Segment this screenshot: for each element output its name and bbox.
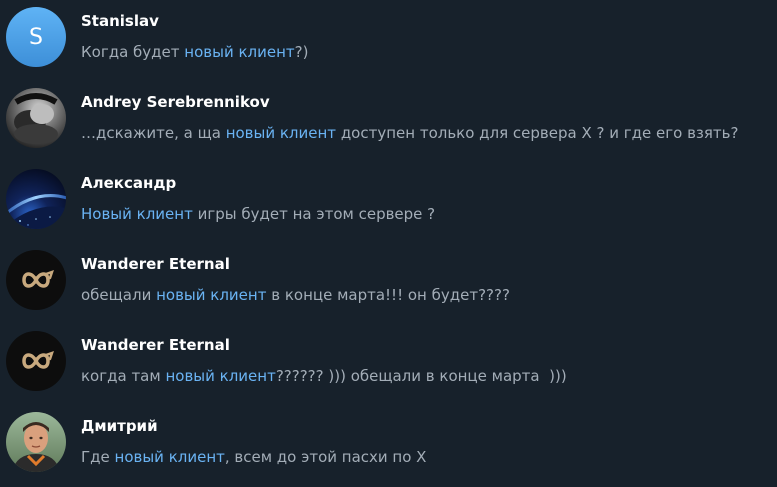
avatar[interactable] [6, 331, 66, 391]
avatar-photo-man [6, 412, 66, 472]
result-item[interactable]: Wanderer Eternal обещали новый клиент в … [0, 243, 777, 324]
snippet-text-after: доступен только для сервера Х ? и где ег… [336, 124, 739, 142]
snippet-highlight: новый клиент [225, 124, 337, 142]
result-item[interactable]: Александр Новый клиент игры будет на это… [0, 162, 777, 243]
avatar-photo-bw [6, 88, 66, 148]
snippet-text-before: обещали [81, 286, 157, 304]
snippet-text-before: Когда будет [81, 43, 185, 61]
avatar[interactable] [6, 169, 66, 229]
message-snippet: обещали новый клиент в конце марта!!! он… [81, 286, 510, 304]
avatar[interactable] [6, 412, 66, 472]
infinity-logo-icon [6, 250, 66, 310]
snippet-highlight: новый клиент [184, 43, 295, 61]
result-item[interactable]: Andrey Serebrennikov …дскажите, а ща нов… [0, 81, 777, 162]
snippet-highlight: новый клиент [156, 286, 267, 304]
message-snippet: Когда будет новый клиент?) [81, 43, 308, 61]
snippet-text-after: ?) [294, 43, 309, 61]
sender-name: Stanislav [81, 12, 159, 30]
snippet-text-after: , всем до этой пасхи по Х [224, 448, 427, 466]
snippet-text-before: Где [81, 448, 115, 466]
avatar[interactable] [6, 250, 66, 310]
sender-name: Александр [81, 174, 177, 192]
avatar-letter: S [6, 7, 66, 67]
message-snippet: Новый клиент игры будет на этом сервере … [81, 205, 435, 223]
sender-name: Wanderer Eternal [81, 255, 230, 273]
avatar[interactable]: S [6, 7, 66, 67]
sender-name: Wanderer Eternal [81, 336, 230, 354]
snippet-highlight: Новый клиент [81, 205, 193, 223]
search-results-list: S Stanislav Когда будет новый клиент?) A… [0, 0, 777, 487]
snippet-text-after: ?????? ))) обещали в конце марта ))) [275, 367, 567, 385]
snippet-text-before: когда там [81, 367, 166, 385]
result-item[interactable]: S Stanislav Когда будет новый клиент?) [0, 0, 777, 81]
message-snippet: …дскажите, а ща новый клиент доступен то… [81, 124, 738, 142]
message-snippet: когда там новый клиент?????? ))) обещали… [81, 367, 567, 385]
snippet-highlight: новый клиент [165, 367, 276, 385]
snippet-text-before: …дскажите, а ща [81, 124, 226, 142]
result-item[interactable]: Дмитрий Где новый клиент, всем до этой п… [0, 405, 777, 486]
sender-name: Дмитрий [81, 417, 158, 435]
snippet-highlight: новый клиент [114, 448, 225, 466]
snippet-text-after: игры будет на этом сервере ? [192, 205, 436, 223]
infinity-logo-icon [6, 331, 66, 391]
avatar-planet-image [6, 169, 66, 229]
sender-name: Andrey Serebrennikov [81, 93, 270, 111]
message-snippet: Где новый клиент, всем до этой пасхи по … [81, 448, 426, 466]
avatar[interactable] [6, 88, 66, 148]
snippet-text-after: в конце марта!!! он будет???? [266, 286, 510, 304]
result-item[interactable]: Wanderer Eternal когда там новый клиент?… [0, 324, 777, 405]
